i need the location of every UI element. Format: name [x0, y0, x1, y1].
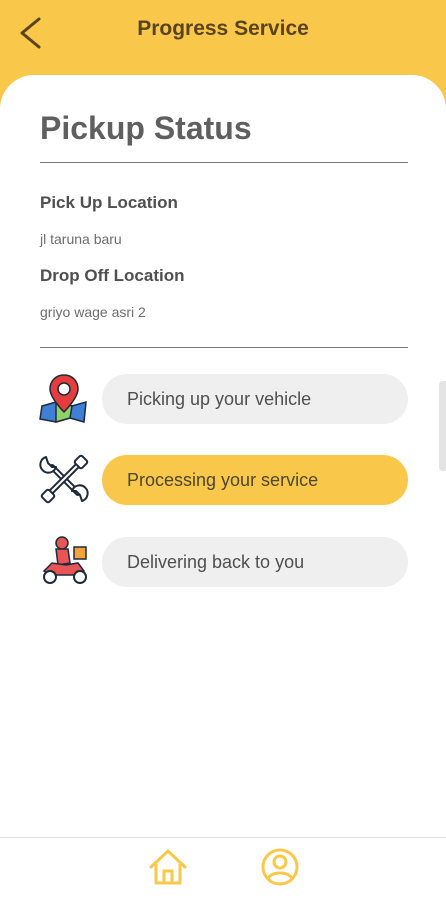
bottom-nav: [0, 837, 446, 901]
dropoff-location-label: Drop Off Location: [40, 266, 185, 285]
step-picking-up[interactable]: Picking up your vehicle: [102, 374, 408, 424]
map-pin-icon: [39, 374, 87, 423]
dropoff-location-value: griyo wage asri 2: [40, 304, 146, 320]
home-icon: [149, 849, 187, 885]
delivery-scooter-icon: [42, 536, 87, 584]
pickup-location-value: jl taruna baru: [40, 231, 122, 247]
nav-profile-button[interactable]: [260, 847, 300, 887]
app-header: Progress Service: [0, 0, 446, 75]
profile-icon: [261, 848, 299, 886]
nav-home-button[interactable]: [148, 847, 188, 887]
scrollbar[interactable]: [439, 381, 446, 471]
step-delivering[interactable]: Delivering back to you: [102, 537, 408, 587]
divider: [40, 162, 408, 163]
step-processing[interactable]: Processing your service: [102, 455, 408, 505]
tools-icon: [39, 454, 89, 504]
pickup-location-label: Pick Up Location: [40, 193, 178, 212]
page-title: Pickup Status: [40, 110, 252, 146]
header-title: Progress Service: [137, 17, 309, 40]
divider: [40, 347, 408, 348]
